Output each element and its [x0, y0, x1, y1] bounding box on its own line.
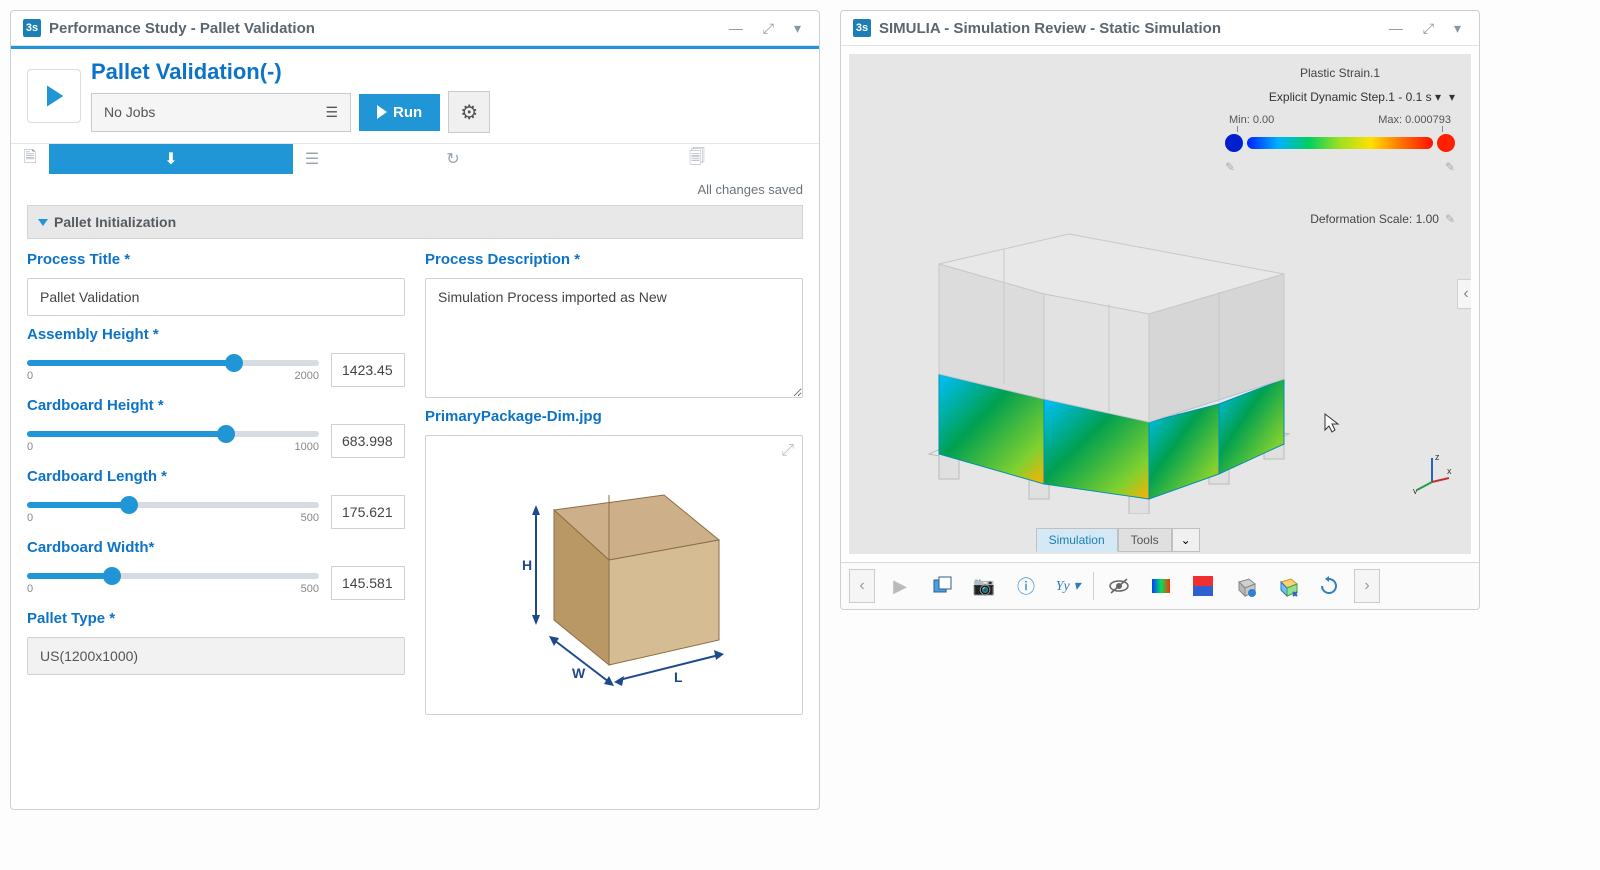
- legend-pin-right-icon[interactable]: ✎: [1445, 160, 1455, 174]
- assembly-height-label: Assembly Height *: [27, 326, 405, 343]
- strain-label: Plastic Strain.1: [1225, 66, 1455, 80]
- expand-icon[interactable]: ⤢: [1417, 20, 1440, 37]
- cardboard-height-value[interactable]: [331, 424, 405, 458]
- jobs-value: No Jobs: [104, 104, 155, 120]
- toolbar-next-icon[interactable]: ›: [1354, 569, 1380, 603]
- jobs-dropdown[interactable]: No Jobs ☰: [91, 93, 351, 132]
- cardboard-length-value[interactable]: [331, 495, 405, 529]
- performance-study-panel: 3s Performance Study - Pallet Validation…: [10, 10, 820, 810]
- header-row: Pallet Validation(-) No Jobs ☰ Run ⚙: [11, 49, 819, 144]
- viz-tabs: Simulation Tools ⌄: [1036, 528, 1200, 552]
- tab-document-icon[interactable]: 🗎: [11, 144, 49, 174]
- mesh-cube-icon[interactable]: [1228, 569, 1262, 603]
- svg-text:L: L: [674, 669, 683, 685]
- cardboard-width-value[interactable]: [331, 566, 405, 600]
- tab-copy-icon[interactable]: 🗐: [575, 144, 819, 174]
- form-left-column: Process Title * Assembly Height * 02000 …: [27, 251, 405, 715]
- svg-text:W: W: [572, 665, 586, 681]
- minimize-icon[interactable]: —: [1383, 20, 1409, 36]
- expand-icon[interactable]: ⤢: [757, 20, 780, 37]
- box-diagram: H W L: [484, 450, 744, 700]
- cardboard-width-slider[interactable]: [27, 573, 319, 579]
- svg-text:x: x: [1447, 466, 1452, 476]
- slides-icon[interactable]: [925, 569, 959, 603]
- assembly-height-value[interactable]: [331, 353, 405, 387]
- svg-text:H: H: [522, 557, 532, 573]
- camera-icon[interactable]: 📷: [967, 569, 1001, 603]
- axis-triad-icon[interactable]: z y x: [1411, 452, 1453, 494]
- split-color-icon[interactable]: [1186, 569, 1220, 603]
- process-desc-label: Process Description *: [425, 251, 803, 268]
- dropdown-icon[interactable]: ▾: [788, 20, 807, 37]
- color-bar: [1247, 137, 1433, 149]
- window-title: Performance Study - Pallet Validation: [49, 20, 715, 37]
- process-desc-textarea[interactable]: [425, 278, 803, 398]
- content-area: Pallet Initialization Process Title * As…: [11, 205, 819, 809]
- tab-simulation[interactable]: Simulation: [1036, 528, 1118, 552]
- viewport-3d[interactable]: ‹: [849, 54, 1471, 554]
- legend-min-handle[interactable]: [1225, 134, 1243, 152]
- save-status: All changes saved: [11, 174, 819, 205]
- svg-text:y: y: [1413, 486, 1418, 494]
- legend-pin-left-icon[interactable]: ✎: [1225, 160, 1235, 174]
- process-title-label: Process Title *: [27, 251, 405, 268]
- min-label: Min: 0.00: [1229, 114, 1274, 126]
- simulation-review-panel: 3s SIMULIA - Simulation Review - Static …: [840, 10, 1480, 610]
- cardboard-width-label: Cardboard Width*: [27, 539, 405, 556]
- cardboard-length-slider[interactable]: [27, 502, 319, 508]
- svg-text:z: z: [1435, 452, 1440, 462]
- settings-button[interactable]: ⚙: [448, 91, 490, 133]
- tab-download-icon[interactable]: ⬇: [49, 144, 293, 174]
- colormap-icon[interactable]: [1144, 569, 1178, 603]
- cardboard-length-label: Cardboard Length *: [27, 468, 405, 485]
- step-dropdown[interactable]: Explicit Dynamic Step.1 - 0.1 s ▾: [1225, 88, 1455, 106]
- side-panel-toggle[interactable]: ‹: [1457, 279, 1471, 309]
- tab-tools[interactable]: Tools: [1118, 528, 1172, 552]
- process-title-input[interactable]: [27, 278, 405, 316]
- image-filename: PrimaryPackage-Dim.jpg: [425, 408, 803, 425]
- primary-package-image: ⤢ H: [425, 435, 803, 715]
- play-icon[interactable]: ▶: [883, 569, 917, 603]
- tab-list-icon[interactable]: ☰: [293, 144, 331, 174]
- color-legend[interactable]: [1225, 134, 1455, 152]
- deformation-scale-label: Deformation Scale: 1.00: [1310, 212, 1439, 226]
- pallet-type-label: Pallet Type *: [27, 610, 405, 627]
- assembly-height-slider[interactable]: [27, 360, 319, 366]
- tab-more-icon[interactable]: ⌄: [1172, 528, 1200, 552]
- bottom-toolbar: ‹ ▶ 📷 ⓘ Yy ▾ ›: [841, 562, 1479, 609]
- max-label: Max: 0.000793: [1378, 114, 1451, 126]
- main-title: Pallet Validation(-): [91, 59, 803, 85]
- study-icon: [27, 69, 81, 123]
- left-titlebar: 3s Performance Study - Pallet Validation…: [11, 11, 819, 46]
- toolbar-prev-icon[interactable]: ‹: [849, 569, 875, 603]
- run-button[interactable]: Run: [359, 94, 440, 131]
- list-icon: ☰: [325, 104, 338, 121]
- cursor-icon: [1323, 412, 1341, 434]
- form-right-column: Process Description * PrimaryPackage-Dim…: [425, 251, 803, 715]
- right-titlebar: 3s SIMULIA - Simulation Review - Static …: [841, 11, 1479, 46]
- section-header[interactable]: Pallet Initialization: [27, 205, 803, 239]
- app-icon: 3s: [853, 19, 871, 37]
- deformation-edit-icon[interactable]: ✎: [1445, 212, 1455, 226]
- cardboard-height-label: Cardboard Height *: [27, 397, 405, 414]
- app-icon: 3s: [23, 19, 41, 37]
- xy-icon[interactable]: Yy ▾: [1051, 569, 1085, 603]
- reset-view-icon[interactable]: [1312, 569, 1346, 603]
- cardboard-height-slider[interactable]: [27, 431, 319, 437]
- window-title: SIMULIA - Simulation Review - Static Sim…: [879, 20, 1375, 37]
- pallet-type-value[interactable]: US(1200x1000): [27, 637, 405, 675]
- legend-max-handle[interactable]: [1437, 134, 1455, 152]
- info-icon[interactable]: ⓘ: [1009, 569, 1043, 603]
- image-expand-icon[interactable]: ⤢: [781, 442, 794, 460]
- minimize-icon[interactable]: —: [723, 20, 749, 36]
- transform-cube-icon[interactable]: [1270, 569, 1304, 603]
- tab-bar: 🗎 ⬇ ☰ ↻ 🗐: [11, 144, 819, 174]
- visibility-icon[interactable]: [1102, 569, 1136, 603]
- tab-history-icon[interactable]: ↻: [331, 144, 575, 174]
- dropdown-icon[interactable]: ▾: [1448, 20, 1467, 37]
- viz-legend-overlay: Plastic Strain.1 Explicit Dynamic Step.1…: [1225, 66, 1455, 226]
